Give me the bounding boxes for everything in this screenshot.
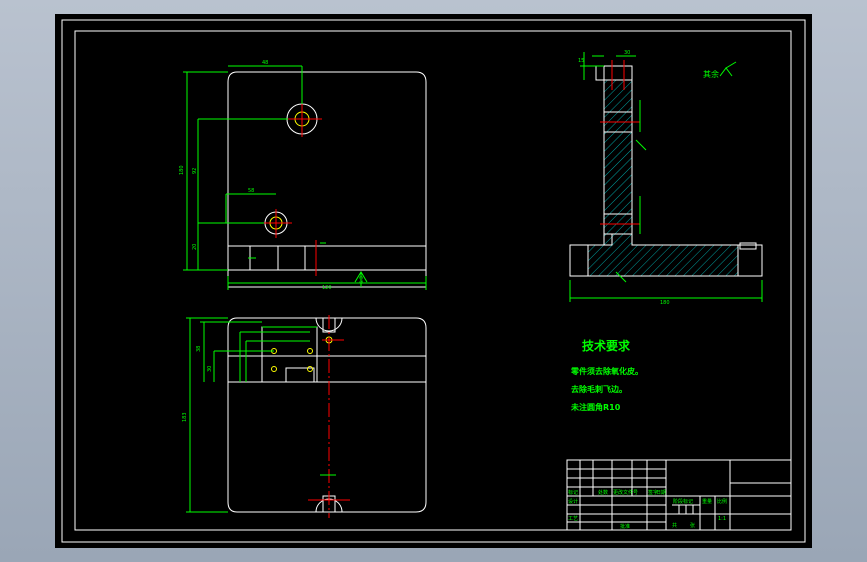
dim-bottom-b: 30: [207, 366, 213, 372]
dim-side-top-b: 30: [624, 50, 630, 56]
tb-design: 设计: [568, 498, 578, 505]
dim-bottom-a: 38: [196, 346, 202, 352]
tb-sheet: 共: [672, 522, 677, 529]
tb-process: 工艺: [568, 516, 578, 522]
tb-sheet2: 张: [690, 522, 695, 529]
dim-side-base: 180: [660, 300, 670, 306]
tb-scale: 比例: [717, 498, 727, 505]
tb-scale-value: 1:1: [718, 516, 726, 522]
dim-top-height: 180: [179, 165, 185, 175]
tb-count: 处数: [598, 489, 608, 496]
dim-top-small: 58: [248, 188, 254, 194]
dim-top-mid: 92: [192, 168, 198, 174]
tb-change: 更改文件号: [613, 489, 638, 496]
tb-mark: 标记: [568, 489, 578, 496]
tb-date: 日期: [656, 490, 666, 496]
tb-stage: 阶段标记: [673, 498, 693, 505]
dim-top-width: 48: [262, 60, 268, 66]
tech-req-title: 技术要求: [582, 338, 631, 353]
cad-drawing-sheet: 48 180 92 58 20 120 6.3 183 38 30 180 15…: [55, 14, 812, 548]
tech-req-line2: 去除毛刺飞边。: [571, 384, 627, 394]
tech-req-line3: 未注圆角R10: [570, 402, 621, 412]
surface-note: 其余: [703, 69, 719, 79]
tech-req-line1: 零件须去除氧化皮。: [570, 366, 643, 376]
dim-side-top-a: 15: [578, 58, 584, 64]
tb-weight: 重量: [702, 498, 712, 505]
dim-top-roughness: 6.3: [359, 276, 365, 284]
tb-approve: 批准: [620, 523, 630, 530]
dim-bottom-height: 183: [182, 412, 188, 422]
dim-top-low: 20: [192, 244, 198, 250]
dim-top-base: 120: [322, 285, 332, 291]
drawing-canvas: [55, 14, 812, 548]
